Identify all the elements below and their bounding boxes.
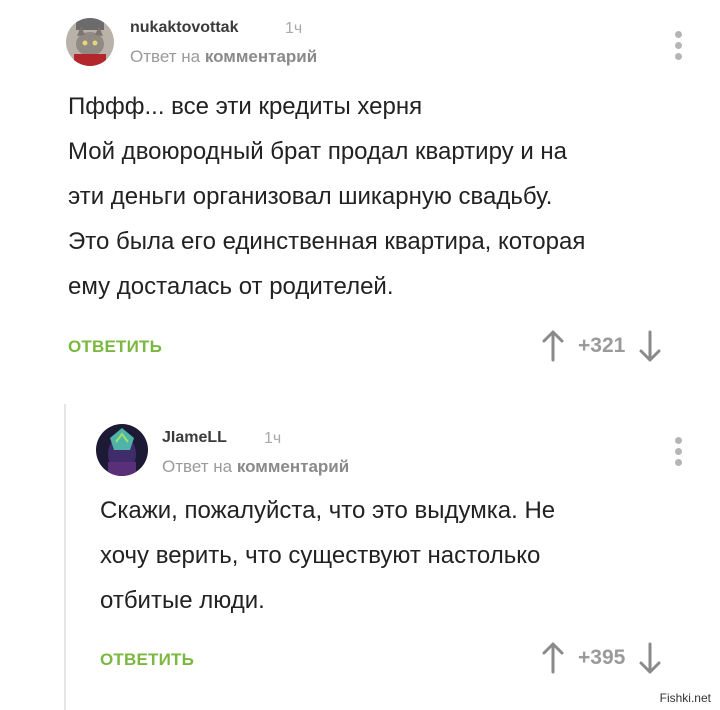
comment-line: Скажи, пожалуйста, что это выдумка. Не bbox=[100, 497, 556, 524]
vote-score: +395 bbox=[578, 646, 626, 669]
reply-prefix: Ответ на bbox=[162, 457, 233, 476]
watermark: Fishki.net bbox=[656, 690, 714, 706]
character-avatar-icon bbox=[96, 424, 148, 476]
upvote-icon[interactable] bbox=[542, 642, 564, 674]
comment-line: отбитые люди. bbox=[100, 587, 265, 614]
avatar[interactable] bbox=[96, 424, 148, 476]
comment-line: хочу верить, что существуют настолько bbox=[100, 542, 541, 569]
comment-text: Скажи, пожалуйста, что это выдумка. Не х… bbox=[100, 488, 710, 623]
reply-to: Ответ на комментарий bbox=[162, 457, 349, 477]
username[interactable]: JIameLL bbox=[162, 429, 227, 447]
reply-button[interactable]: ОТВЕТИТЬ bbox=[100, 650, 194, 670]
timestamp: 1ч bbox=[264, 430, 282, 447]
reply-target-link[interactable]: комментарий bbox=[237, 457, 349, 476]
more-options-icon[interactable] bbox=[672, 437, 684, 470]
comment: JIameLL 1ч Ответ на комментарий Скажи, п… bbox=[0, 0, 720, 710]
downvote-icon[interactable] bbox=[639, 642, 661, 674]
vote-controls: +395 bbox=[542, 642, 661, 674]
